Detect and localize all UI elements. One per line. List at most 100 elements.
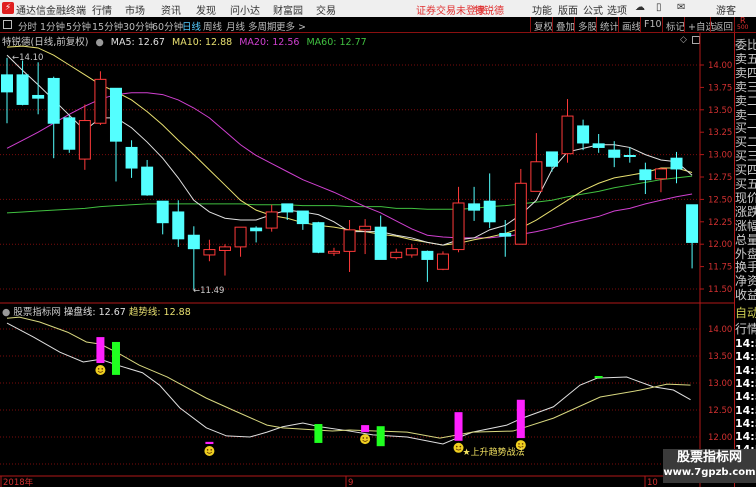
quote-label: 委比 (735, 38, 756, 52)
watermark-url: www.7gpzb.com (663, 467, 756, 478)
quote-label: 收益 (735, 288, 756, 303)
candle-down (374, 226, 387, 260)
candle-down (187, 234, 200, 250)
y-tick-label: 13.25 (708, 128, 732, 138)
candle-down (281, 203, 294, 213)
kline-chart[interactable]: 14.00 13.75 13.50 13.25 13.00 12.75 12.50 12.25… (0, 0, 734, 487)
smiley-eye (97, 368, 100, 370)
y-tick-label: 11.75 (708, 263, 732, 273)
candle-down (141, 166, 154, 196)
min-price-label: ←11.49 (193, 286, 224, 296)
candle-up (327, 250, 340, 254)
y-tick-label: 12.50 (708, 195, 732, 205)
candle-down (125, 146, 138, 169)
auto-label: 自动 (735, 306, 756, 320)
candle-up (405, 248, 418, 256)
quote-label: 总量 (735, 232, 756, 247)
candle-up (343, 229, 356, 252)
candle-down (468, 203, 481, 211)
candle-up (234, 226, 247, 248)
r-badge[interactable]: R 500 (734, 17, 750, 33)
x-tick-label: 10 (647, 478, 658, 487)
smiley-eye (459, 445, 462, 448)
x-tick-label: 9 (348, 478, 353, 487)
signal-bar-magenta (361, 425, 370, 433)
candle-down (608, 149, 621, 158)
y-tick-label: 14.00 (708, 61, 732, 71)
candle-up (654, 168, 667, 180)
signal-bar-magenta (454, 412, 463, 441)
candle-down (623, 154, 636, 157)
tick-label: 行情 (735, 322, 756, 336)
y-tick-label: 13.50 (708, 106, 732, 116)
quote-label: 净资 (735, 274, 756, 289)
candle-up (203, 249, 216, 256)
tick-time: 14:50 (735, 363, 756, 377)
quote-label: 现价 (735, 190, 756, 205)
candle-down (47, 77, 60, 124)
r-badge-num: 500 (737, 24, 749, 31)
quote-label: 买四 (735, 163, 756, 178)
y-tick-label: 11.50 (708, 285, 732, 295)
candle-down (686, 204, 699, 243)
signal-bar-green (111, 341, 120, 375)
candle-down (296, 210, 309, 225)
quote-label: 卖二 (735, 93, 756, 108)
candle-up (561, 115, 574, 155)
candle-up (218, 246, 231, 251)
y-tick-label: 12.75 (708, 173, 732, 183)
candle-down (421, 250, 434, 260)
smiley-eye (210, 449, 213, 451)
watermark-name: 股票指标网 (676, 450, 742, 465)
smiley-eye (101, 368, 104, 370)
candle-down (545, 151, 558, 167)
candle-up (514, 182, 527, 245)
max-price-label: ←14.10 (12, 53, 43, 63)
candle-down (63, 117, 76, 150)
y-tick-label: 12.50 (708, 406, 732, 416)
candle-up (390, 251, 403, 259)
candle-up (436, 253, 449, 270)
y-tick-label: 13.75 (708, 83, 732, 93)
candle-down (639, 169, 652, 181)
quote-label: 涨幅 (735, 218, 756, 233)
ma10-line (6, 45, 693, 246)
signal-bar-magenta (96, 337, 105, 364)
quote-label: 卖一 (735, 107, 756, 122)
ma60-line (6, 175, 693, 214)
smiley-icon (360, 434, 371, 445)
tick-time: 14:50 (735, 350, 756, 364)
tick-time: 14:50 (735, 430, 756, 444)
tick-time: 14:50 (735, 390, 756, 404)
smiley-eye (362, 437, 365, 439)
quote-label: 卖四 (735, 65, 756, 80)
candle-down (312, 222, 325, 253)
candle-up (359, 225, 372, 231)
ma20-line (6, 92, 693, 239)
candle-down (250, 227, 263, 232)
smiley-eye (366, 437, 368, 439)
candle-up (452, 202, 465, 251)
signal-bar-magenta (516, 399, 525, 439)
candle-down (16, 74, 29, 105)
operate-line (6, 322, 691, 445)
candle-down (577, 125, 590, 144)
candle-down (1, 74, 13, 93)
quote-label: 买一 (735, 121, 756, 136)
y-tick-label: 13.50 (708, 352, 732, 362)
candle-up (530, 161, 543, 192)
signal-bar-magenta (205, 441, 214, 445)
smiley-icon (204, 446, 215, 457)
y-tick-label: 12.00 (708, 240, 732, 250)
quote-label: 外盘 (735, 246, 756, 261)
smiley-eye (206, 449, 209, 451)
candle-up (78, 120, 91, 160)
candle-down (483, 200, 496, 223)
candle-up (265, 211, 278, 229)
quote-label: 涨跌 (735, 204, 756, 219)
strategy-annotation: ★上升趋势战法 (463, 446, 525, 458)
tick-time: 14:50 (735, 416, 756, 430)
tick-time: 14:50 (735, 337, 756, 350)
candle-down (499, 232, 512, 237)
quote-panel: 委比卖五卖四卖三卖二卖一买一买二买三买四买五现价涨跌涨幅总量外盘换手净资收益自动… (734, 33, 756, 487)
